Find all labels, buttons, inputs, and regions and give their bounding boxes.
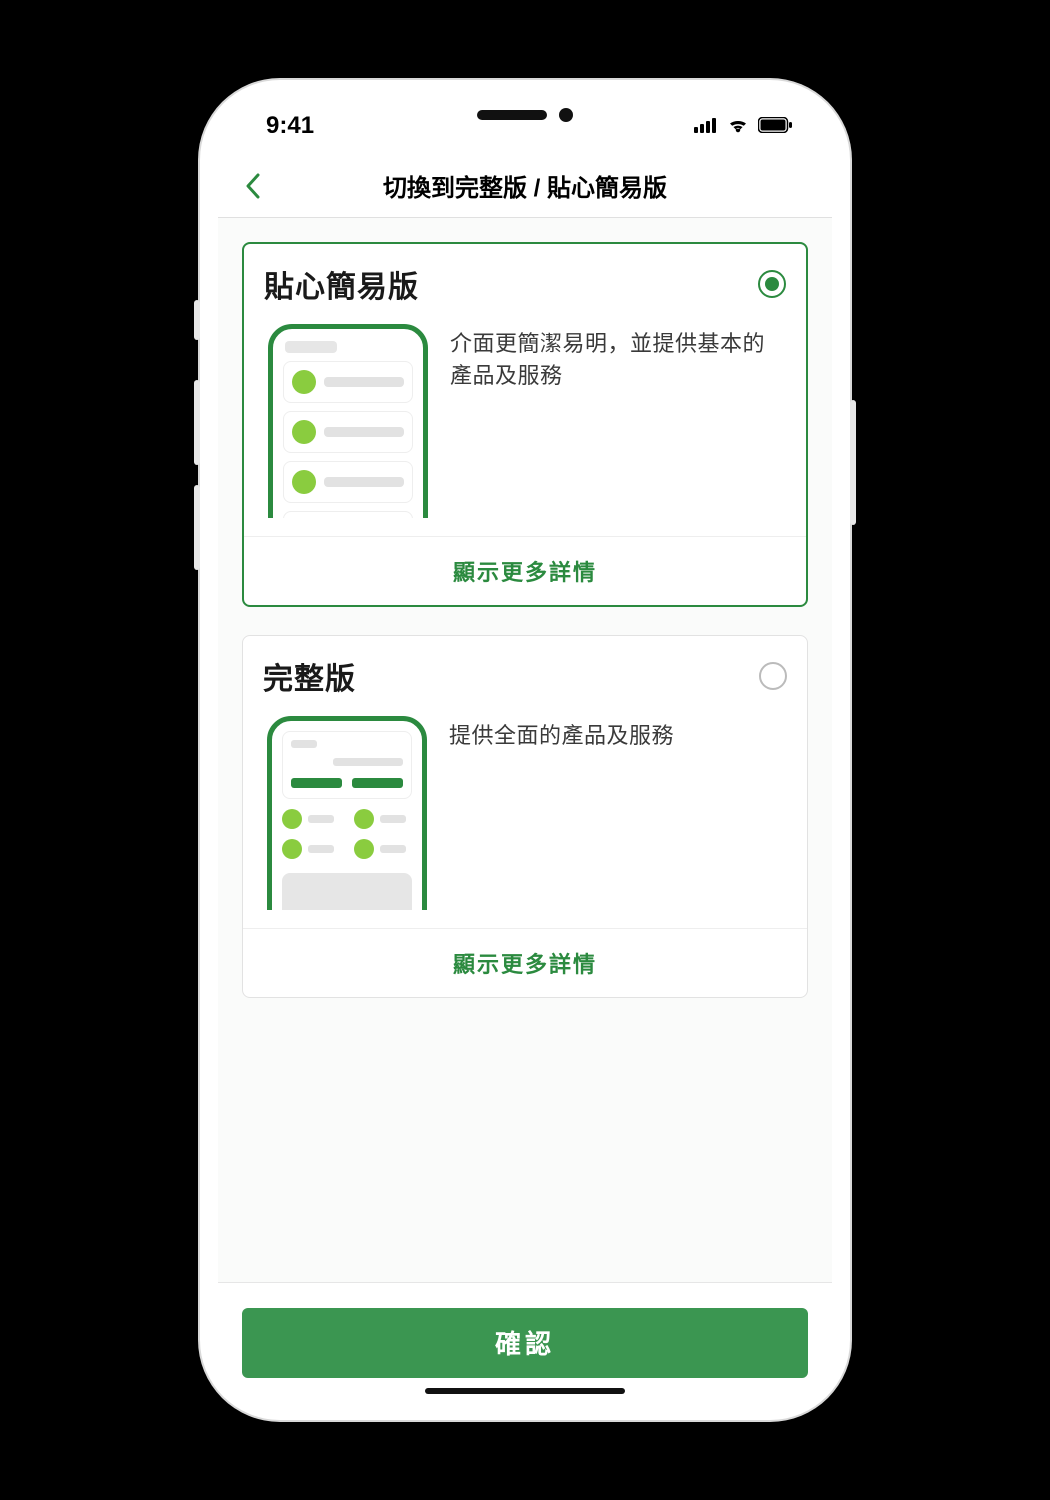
option-preview-full: [263, 710, 433, 910]
home-indicator[interactable]: [425, 1388, 625, 1394]
page-title: 切換到完整版 / 貼心簡易版: [383, 168, 667, 203]
option-card-full[interactable]: 完整版: [242, 635, 808, 998]
chevron-left-icon: [244, 172, 262, 200]
signal-icon: [694, 112, 718, 140]
speaker-slot-icon: [477, 110, 547, 120]
screen: 9:41 切換到完整版 / 貼心簡易版: [218, 98, 832, 1402]
card-head: 完整版: [243, 636, 807, 704]
back-button[interactable]: [236, 169, 270, 203]
card-body: 提供全面的產品及服務: [243, 704, 807, 928]
side-button-power: [850, 400, 856, 525]
card-head: 貼心簡易版: [244, 244, 806, 312]
bottom-bar: 確認: [218, 1282, 832, 1402]
show-more-button[interactable]: 顯示更多詳情: [244, 536, 806, 605]
content-area: 貼心簡易版 介面更簡潔易明，並提供基本的產品及服務: [218, 218, 832, 1282]
status-icons: [694, 112, 792, 140]
status-bar: 9:41: [218, 98, 832, 154]
radio-unselected-icon[interactable]: [759, 662, 787, 690]
side-button-mute: [194, 300, 200, 340]
device-notch: [477, 108, 573, 122]
side-button-volume-up: [194, 380, 200, 465]
option-title: 貼心簡易版: [264, 262, 748, 306]
option-preview-simple: [264, 318, 434, 518]
card-body: 介面更簡潔易明，並提供基本的產品及服務: [244, 312, 806, 536]
app-header: 切換到完整版 / 貼心簡易版: [218, 154, 832, 218]
front-camera-icon: [559, 108, 573, 122]
wifi-icon: [726, 112, 750, 140]
option-title: 完整版: [263, 654, 749, 698]
radio-selected-icon[interactable]: [758, 270, 786, 298]
status-time: 9:41: [266, 112, 314, 140]
option-description: 介面更簡潔易明，並提供基本的產品及服務: [450, 318, 786, 518]
device-frame: 9:41 切換到完整版 / 貼心簡易版: [200, 80, 850, 1420]
show-more-button[interactable]: 顯示更多詳情: [243, 928, 807, 997]
battery-icon: [758, 112, 792, 140]
option-card-simple[interactable]: 貼心簡易版 介面更簡潔易明，並提供基本的產品及服務: [242, 242, 808, 607]
confirm-button[interactable]: 確認: [242, 1308, 808, 1378]
side-button-volume-down: [194, 485, 200, 570]
option-description: 提供全面的產品及服務: [449, 710, 787, 910]
